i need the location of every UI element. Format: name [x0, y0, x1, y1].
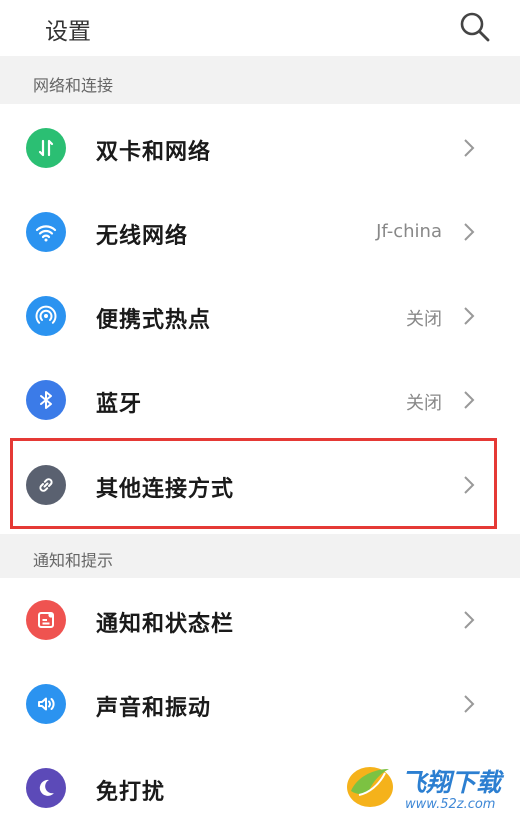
row-label: 其他连接方式	[96, 477, 235, 502]
chevron-right-icon	[460, 220, 478, 244]
row-hotspot[interactable]: 便携式热点 关闭	[0, 274, 520, 358]
row-other-connections[interactable]: 其他连接方式	[0, 443, 520, 527]
notification-icon	[26, 600, 66, 640]
row-bluetooth[interactable]: 蓝牙 关闭	[0, 358, 520, 442]
row-label: 双卡和网络	[96, 140, 212, 165]
link-icon	[26, 465, 66, 505]
sound-icon	[26, 684, 66, 724]
page-title: 设置	[45, 19, 91, 45]
chevron-right-icon	[460, 473, 478, 497]
row-label: 无线网络	[96, 224, 189, 249]
chevron-right-icon	[460, 608, 478, 632]
section-title: 通知和提示	[33, 551, 114, 570]
hotspot-icon	[26, 296, 66, 336]
row-notifications[interactable]: 通知和状态栏	[0, 578, 520, 662]
row-value: 关闭	[406, 309, 442, 330]
chevron-right-icon	[460, 136, 478, 160]
wifi-icon	[26, 212, 66, 252]
row-label: 声音和振动	[96, 696, 212, 721]
chevron-right-icon	[460, 692, 478, 716]
row-value: Jf-china	[376, 221, 442, 242]
moon-icon	[26, 768, 66, 808]
chevron-right-icon	[460, 388, 478, 412]
chevron-right-icon	[460, 304, 478, 328]
watermark-logo-icon	[345, 761, 395, 809]
row-wifi[interactable]: 无线网络 Jf-china	[0, 190, 520, 274]
row-label: 蓝牙	[96, 392, 143, 417]
row-label: 通知和状态栏	[96, 612, 235, 637]
watermark-url: www.52z.com	[405, 797, 496, 812]
row-sound[interactable]: 声音和振动	[0, 662, 520, 746]
section-title: 网络和连接	[33, 76, 114, 95]
row-dual-sim[interactable]: 双卡和网络	[0, 106, 520, 190]
bluetooth-icon	[26, 380, 66, 420]
row-label: 便携式热点	[96, 308, 212, 333]
header-bar: 设置	[0, 0, 520, 56]
row-value: 关闭	[406, 393, 442, 414]
row-label: 免打扰	[96, 780, 166, 805]
watermark-text: 飞翔下载	[401, 768, 502, 797]
sim-data-icon	[26, 128, 66, 168]
search-icon[interactable]	[459, 11, 491, 43]
section-header-network: 网络和连接	[0, 56, 520, 104]
section-header-notifications: 通知和提示	[0, 534, 520, 578]
watermark: 飞翔下载 www.52z.com	[345, 757, 520, 819]
